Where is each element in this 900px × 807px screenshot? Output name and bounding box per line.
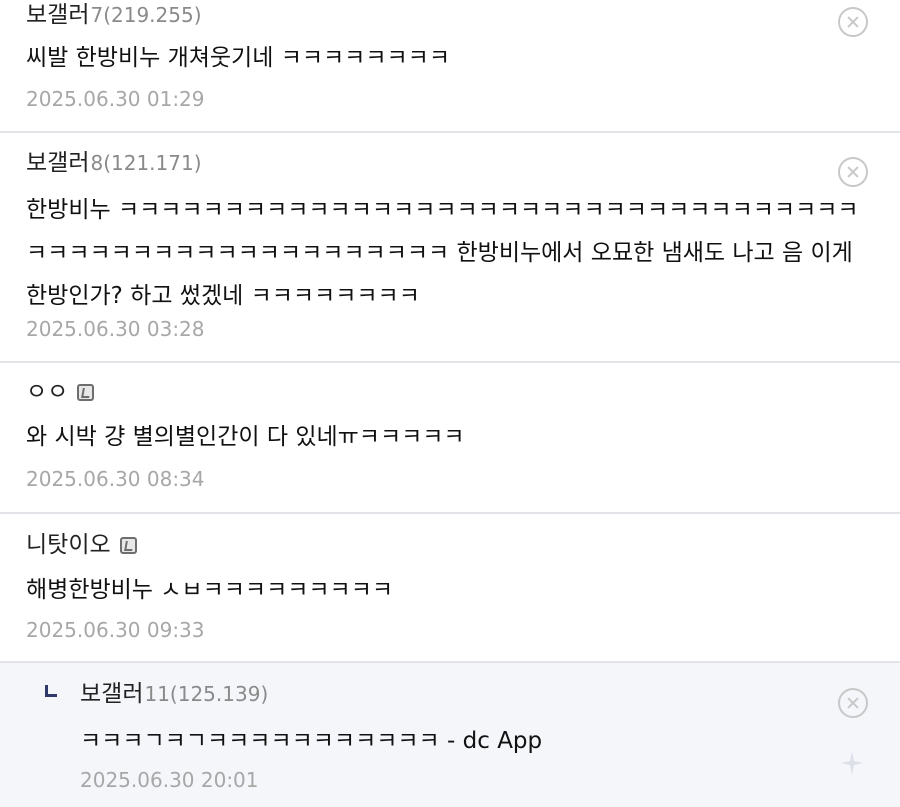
fixed-nick-icon xyxy=(77,383,95,401)
comment-date: 2025.06.30 01:29 xyxy=(26,87,205,111)
comment-date: 2025.06.30 08:34 xyxy=(26,467,205,491)
comment-item: 보갤러 8(121.171) 한방비누 ㅋㅋㅋㅋㅋㅋㅋㅋㅋㅋㅋㅋㅋㅋㅋㅋㅋㅋㅋㅋㅋ… xyxy=(0,133,900,360)
delete-reply-button[interactable] xyxy=(838,688,868,718)
author-name[interactable]: 니탓이오 xyxy=(26,530,111,560)
author-ip: 11(125.139) xyxy=(144,682,269,706)
author-ip: 8(121.171) xyxy=(90,151,202,175)
reply-author-line: 보갤러 11(125.139) xyxy=(80,679,268,709)
comment-author-line: 니탓이오 xyxy=(26,530,137,560)
delete-comment-button[interactable] xyxy=(838,7,868,37)
author-name[interactable]: 보갤러 xyxy=(26,148,89,178)
comment-item: 니탓이오 해병한방비누 ㅅㅂㅋㅋㅋㅋㅋㅋㅋㅋㅋ 2025.06.30 09:33 xyxy=(0,514,900,661)
comment-text: 한방비누 ㅋㅋㅋㅋㅋㅋㅋㅋㅋㅋㅋㅋㅋㅋㅋㅋㅋㅋㅋㅋㅋㅋㅋㅋㅋㅋㅋㅋㅋㅋㅋㅋㅋㅋㅋ… xyxy=(26,197,859,309)
comment-item: 보갤러 7(219.255) 씨발 한방비누 개쳐웃기네 ㅋㅋㅋㅋㅋㅋㅋㅋ 202… xyxy=(0,0,900,131)
sparkle-icon xyxy=(840,751,864,775)
comment-text: 와 시박 걍 별의별인간이 다 있네ㅠㅋㅋㅋㅋㅋ xyxy=(26,424,465,450)
author-name[interactable]: ㅇㅇ xyxy=(26,377,68,407)
comment-date: 2025.06.30 09:33 xyxy=(26,618,205,642)
comment-item: ㅇㅇ 와 시박 걍 별의별인간이 다 있네ㅠㅋㅋㅋㅋㅋ 2025.06.30 0… xyxy=(0,363,900,511)
author-name[interactable]: 보갤러 xyxy=(80,679,143,709)
comment-author-line: ㅇㅇ xyxy=(26,377,95,407)
fixed-nick-icon xyxy=(119,536,137,554)
comment-author-line: 보갤러 7(219.255) xyxy=(26,0,202,30)
comment-author-line: 보갤러 8(121.171) xyxy=(26,148,202,178)
author-name[interactable]: 보갤러 xyxy=(26,0,89,30)
author-ip: 7(219.255) xyxy=(90,3,202,27)
reply-date: 2025.06.30 20:01 xyxy=(80,768,259,792)
comment-text: 씨발 한방비누 개쳐웃기네 ㅋㅋㅋㅋㅋㅋㅋㅋ xyxy=(26,45,450,71)
comment-list: 보갤러 7(219.255) 씨발 한방비누 개쳐웃기네 ㅋㅋㅋㅋㅋㅋㅋㅋ 202… xyxy=(0,0,900,807)
comment-date: 2025.06.30 03:28 xyxy=(26,317,205,341)
reply-arrow-icon xyxy=(45,685,57,697)
reply-text: ㅋㅋㅋㄱㅋㄱㅋㅋㅋㅋㅋㅋㅋㅋㅋㅋㅋ - dc App xyxy=(80,728,543,754)
reply-item: 보갤러 11(125.139) ㅋㅋㅋㄱㅋㄱㅋㅋㅋㅋㅋㅋㅋㅋㅋㅋㅋ - dc Ap… xyxy=(0,663,900,807)
comment-text: 해병한방비누 ㅅㅂㅋㅋㅋㅋㅋㅋㅋㅋㅋ xyxy=(26,577,394,603)
delete-comment-button[interactable] xyxy=(838,157,868,187)
